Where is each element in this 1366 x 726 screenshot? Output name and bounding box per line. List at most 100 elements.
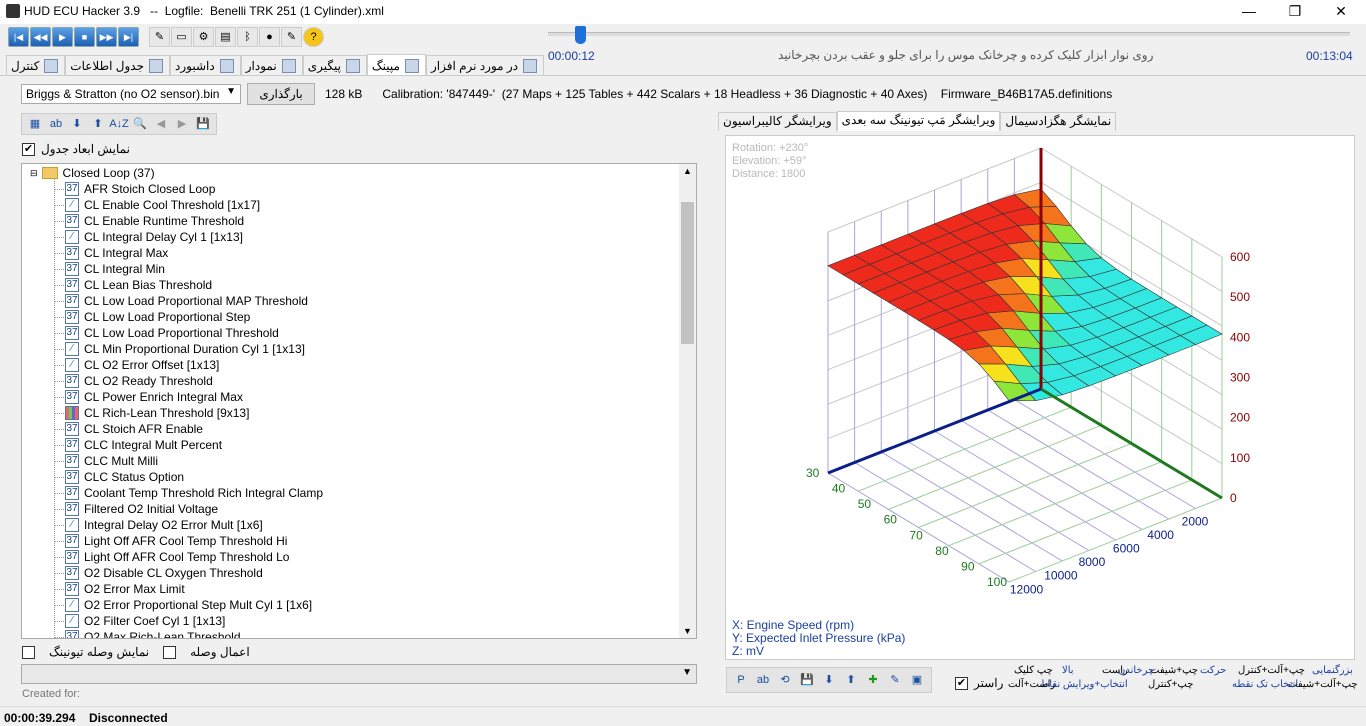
tree-item[interactable]: ⁄ CL Min Proportional Duration Cyl 1 [1x1… [65, 341, 305, 357]
tree-item-label: CL Integral Min [84, 262, 165, 276]
timeline-slider[interactable] [548, 32, 1350, 36]
tab-3d-map-editor[interactable]: ویرایشگر مَپ تیونینگ سه بعدی [836, 111, 1001, 131]
apply-patch-checkbox[interactable] [163, 645, 177, 659]
tab-chart[interactable]: نمودار [240, 55, 303, 76]
download-icon[interactable]: ⬇ [819, 670, 839, 690]
tree-item[interactable]: 37 Filtered O2 Initial Voltage [65, 501, 218, 517]
minimize-button[interactable]: — [1226, 0, 1272, 24]
3d-map-view[interactable]: Rotation: +230° Elevation: +59° Distance… [725, 135, 1355, 660]
text-icon[interactable]: ab [46, 115, 66, 133]
bluetooth-icon[interactable]: ᛒ [237, 27, 258, 47]
rpm-tick-label: 4000 [1147, 528, 1174, 542]
reset-icon[interactable]: ⟲ [775, 670, 795, 690]
save-icon[interactable]: 💾 [797, 670, 817, 690]
tree-item[interactable]: 37 CL Integral Min [65, 261, 165, 277]
tree-item[interactable]: 37 CL Lean Bias Threshold [65, 277, 212, 293]
tree-item[interactable]: 37 O2 Error Max Limit [65, 581, 185, 597]
table-icon[interactable]: ▦ [25, 115, 45, 133]
tree-item[interactable]: 37 O2 Disable CL Oxygen Threshold [65, 565, 263, 581]
search-icon[interactable]: 🔍 [130, 115, 150, 133]
fast-forward-icon[interactable]: ▶▶ [96, 27, 117, 47]
device-icon[interactable]: ▤ [215, 27, 236, 47]
bin-file-select[interactable]: Briggs & Stratton (no O2 sensor).bin ▼ [21, 84, 241, 104]
terminal-icon[interactable]: ▭ [171, 27, 192, 47]
tree-item[interactable]: 37 CLC Integral Mult Percent [65, 437, 222, 453]
wrench-icon[interactable]: ✎ [149, 27, 170, 47]
tab-data-table[interactable]: جدول اطلاعات [65, 55, 171, 76]
tab-tracking[interactable]: پیگیری [302, 55, 367, 76]
tree-item[interactable]: ⁄ Integral Delay O2 Error Mult [1x6] [65, 517, 263, 533]
table-tree[interactable]: ⊟ Closed Loop (37) 37 AFR Stoich Closed Loo… [21, 163, 697, 639]
help-icon[interactable]: ? [303, 27, 324, 47]
scalar-icon: 37 [65, 566, 79, 580]
tab-mapping[interactable]: مپینگ [366, 54, 426, 76]
3d-surface-plot[interactable]: 0 100 200 300 400 500 600 2000 4000 6000 800010000… [726, 136, 1354, 659]
close-button[interactable]: ✕ [1318, 0, 1364, 24]
tree-item[interactable]: ⁄ O2 Error Proportional Step Mult Cyl 1 [… [65, 597, 312, 613]
rpm-tick-label: 6000 [1113, 542, 1140, 556]
shield-icon[interactable]: ✚ [863, 670, 883, 690]
pencil-icon[interactable]: ✎ [885, 670, 905, 690]
tree-item[interactable]: 37 CLC Mult Milli [65, 453, 158, 469]
scroll-down-icon[interactable]: ▼ [683, 626, 692, 636]
globe-icon[interactable]: ● [259, 27, 280, 47]
tree-scroll-thumb[interactable] [681, 202, 694, 344]
tree-item[interactable]: 37 CL Integral Max [65, 245, 168, 261]
load-button[interactable]: بارگذاری [247, 83, 315, 105]
tree-folder-closed-loop[interactable]: ⊟ Closed Loop (37) [30, 165, 155, 181]
collapse-toggle-icon[interactable]: ⊟ [30, 168, 38, 179]
raster-checkbox[interactable]: ✔ [955, 676, 968, 690]
tree-item[interactable]: 37 CL Stoich AFR Enable [65, 421, 203, 437]
show-tune-patch-checkbox[interactable] [22, 645, 35, 659]
forward-icon[interactable]: ▶ [172, 115, 192, 133]
maximize-button[interactable]: ❐ [1272, 0, 1318, 24]
tree-item[interactable]: 37 CL Low Load Proportional Threshold [65, 325, 279, 341]
tree-item[interactable]: 37 CLC Status Option [65, 469, 184, 485]
rewind-icon[interactable]: ◀◀ [30, 27, 51, 47]
show-dims-option[interactable]: ✔ نمایش ابعاد جدول [22, 142, 130, 156]
tab-control[interactable]: کنترل [6, 55, 66, 76]
settings-icon[interactable]: ⚙ [193, 27, 214, 47]
tree-item[interactable]: 37 Light Off AFR Cool Temp Threshold Hi [65, 533, 287, 549]
raster-option[interactable]: راستر ✔ [955, 676, 1003, 690]
show-dims-checkbox[interactable]: ✔ [22, 142, 35, 156]
tree-item[interactable]: 37 CL Power Enrich Integral Max [65, 389, 243, 405]
tab-dashboard[interactable]: داشبورد [170, 55, 241, 76]
back-icon[interactable]: ◀ [151, 115, 171, 133]
tree-item[interactable]: 37 CL Low Load Proportional MAP Threshold [65, 293, 308, 309]
stop-icon[interactable]: ■ [74, 27, 95, 47]
save-icon[interactable]: 💾 [193, 115, 213, 133]
tree-item[interactable]: 37 Light Off AFR Cool Temp Threshold Lo [65, 549, 289, 565]
sort-icon[interactable]: A↓Z [109, 115, 129, 133]
last-icon[interactable]: ▶| [118, 27, 139, 47]
patch-select[interactable]: ▼ [21, 664, 697, 684]
upload-icon[interactable]: ⬆ [841, 670, 861, 690]
grid-line [978, 479, 1193, 565]
tree-item[interactable]: 37 CL Low Load Proportional Step [65, 309, 250, 325]
expand-icon[interactable]: ⬇ [67, 115, 87, 133]
tree-item[interactable]: ⁄ CL Integral Delay Cyl 1 [1x13] [65, 229, 243, 245]
tree-item[interactable]: 37 Coolant Temp Threshold Rich Integral C… [65, 485, 323, 501]
tab-hex-viewer[interactable]: نمایشگر هگزادسیمال [1000, 112, 1117, 131]
tree-scrollbar[interactable]: ▲ ▼ [679, 164, 696, 638]
tree-item[interactable]: 37 CL O2 Ready Threshold [65, 373, 213, 389]
tab-about[interactable]: در مورد نرم افزار [425, 55, 545, 76]
timeline-thumb[interactable] [575, 26, 586, 44]
fullscreen-icon[interactable]: ▣ [907, 670, 927, 690]
first-icon[interactable]: |◀ [8, 27, 29, 47]
tree-item[interactable]: 37 CL Enable Runtime Threshold [65, 213, 244, 229]
tree-item[interactable]: 37 AFR Stoich Closed Loop [65, 181, 215, 197]
collapse-icon[interactable]: ⬆ [88, 115, 108, 133]
curve-table-icon: ⁄ [65, 198, 79, 212]
play-icon[interactable]: ▶ [52, 27, 73, 47]
tree-item[interactable]: CL Rich-Lean Threshold [9x13] [65, 405, 249, 421]
tree-item[interactable]: ⁄ CL O2 Error Offset [1x13] [65, 357, 219, 373]
scroll-up-icon[interactable]: ▲ [683, 166, 692, 176]
tree-item[interactable]: ⁄ CL Enable Cool Threshold [1x17] [65, 197, 260, 213]
print-icon[interactable]: P [731, 670, 751, 690]
edit-icon[interactable]: ✎ [281, 27, 302, 47]
text-icon[interactable]: ab [753, 670, 773, 690]
tree-item[interactable]: 37 O2 Max Rich-Lean Threshold [65, 629, 241, 638]
tree-item[interactable]: ⁄ O2 Filter Coef Cyl 1 [1x13] [65, 613, 225, 629]
tab-calibration-editor[interactable]: ویرایشگر کالیبراسیون [718, 112, 837, 131]
